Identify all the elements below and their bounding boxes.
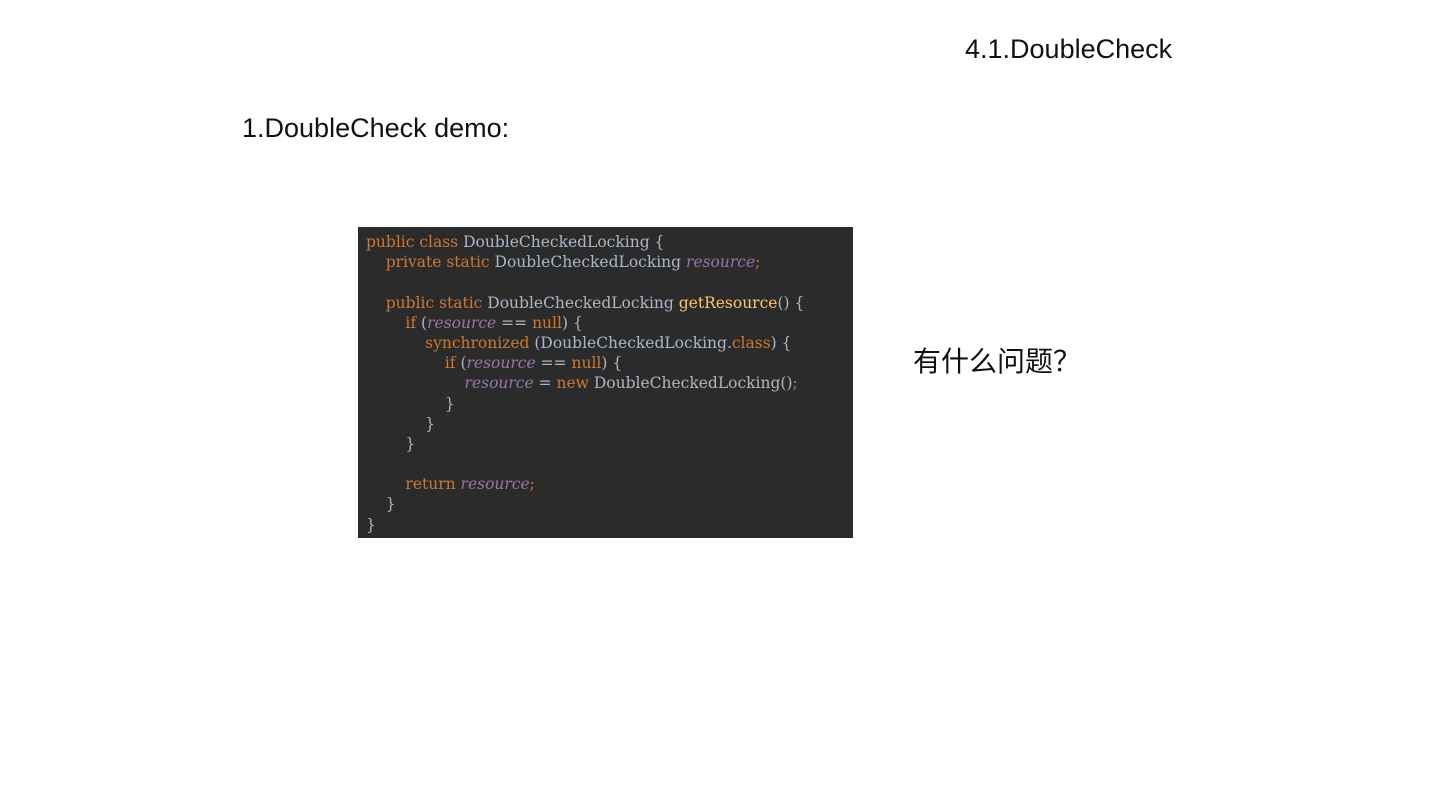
code-line: public class DoubleCheckedLocking { [366, 233, 665, 251]
code-line: private static DoubleCheckedLocking reso… [366, 253, 761, 272]
code-line: } [366, 434, 416, 453]
code-line: synchronized (DoubleCheckedLocking.class… [366, 333, 792, 352]
code-line: if (resource == null) { [366, 313, 583, 332]
code-line: } [366, 394, 455, 413]
slide-title: 4.1.DoubleCheck [965, 34, 1173, 64]
code-line: } [366, 495, 396, 514]
code-line: return resource; [366, 475, 535, 494]
code-line: if (resource == null) { [366, 354, 623, 373]
code-block: public class DoubleCheckedLocking { priv… [358, 227, 853, 538]
code-line: } [366, 515, 376, 534]
section-heading: 1.DoubleCheck demo: [242, 113, 510, 143]
code-line: } [366, 414, 435, 433]
question-text: 有什么问题？ [913, 345, 1082, 378]
code-line: resource = new DoubleCheckedLocking(); [464, 374, 798, 393]
code-line: public static DoubleCheckedLocking getRe… [366, 293, 805, 312]
